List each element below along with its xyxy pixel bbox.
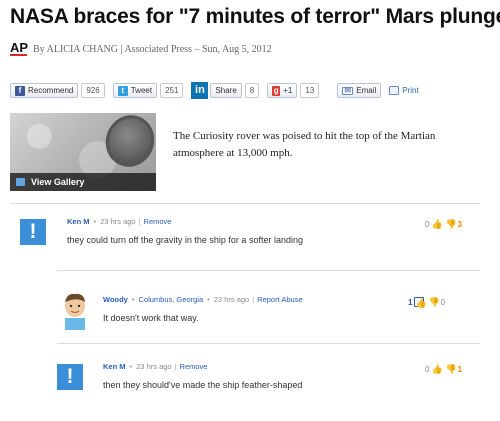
gplus-count: 13: [300, 83, 320, 98]
envelope-icon: ✉: [342, 86, 354, 95]
thumbs-up-icon[interactable]: 👍: [431, 364, 442, 374]
linkedin-share-button[interactable]: Share: [210, 83, 242, 98]
comment-time: 23 hrs ago: [213, 295, 250, 304]
downvote-count: 0: [440, 297, 445, 307]
avatar-placeholder[interactable]: !: [57, 364, 83, 390]
comment-author[interactable]: Woody: [103, 295, 128, 304]
avatar[interactable]: [57, 290, 93, 330]
ap-logo: AP: [10, 40, 29, 56]
downvote-count: 3: [457, 219, 462, 229]
byline: AP By ALICIA CHANG | Associated Press – …: [10, 40, 272, 56]
gallery-thumbnail[interactable]: View Gallery: [10, 113, 156, 191]
comment-time: 23 hrs ago: [136, 362, 172, 371]
printer-icon: [389, 86, 400, 95]
twitter-bird-icon: t: [117, 85, 128, 96]
comment-votes: 0 👍 👎 1: [425, 364, 462, 374]
thumbs-down-icon[interactable]: 👎: [445, 219, 456, 229]
linkedin-icon[interactable]: in: [191, 82, 209, 99]
divider: [57, 343, 480, 344]
tweet-count: 251: [160, 83, 184, 98]
thumbs-down-icon[interactable]: 👎: [428, 297, 439, 307]
upvote-count: 0: [425, 219, 430, 229]
print-button[interactable]: Print: [389, 86, 419, 95]
print-label: Print: [402, 86, 419, 95]
recommend-button[interactable]: f Recommend: [10, 83, 79, 98]
comment-text: they could turn off the gravity in the s…: [67, 235, 303, 245]
comment-text: It doesn't work that way.: [103, 313, 199, 323]
comment-author[interactable]: Ken M: [103, 362, 126, 371]
recommend-label: Recommend: [28, 86, 74, 95]
comment-time: 23 hrs ago: [100, 217, 136, 226]
gplus-label: +1: [283, 86, 293, 95]
tweet-label: Tweet: [130, 86, 153, 95]
comment-header: Ken M • 23 hrs ago | Remove: [103, 362, 208, 371]
comment-votes: 0 👍 👎 3: [425, 219, 462, 229]
byline-text: By ALICIA CHANG | Associated Press – Sun…: [33, 43, 272, 55]
thumbs-up-icon[interactable]: 👍: [431, 219, 442, 229]
comment-author[interactable]: Ken M: [67, 217, 90, 226]
share-bar: f Recommend 926 t Tweet 251 in Share 8 g…: [10, 82, 419, 99]
upvote-count: 0: [425, 364, 430, 374]
thumbs-down-icon[interactable]: 👎: [445, 364, 456, 374]
recommend-count: 926: [81, 83, 105, 98]
downvote-count: 1: [457, 364, 462, 374]
comment-location: Columbus, Georgia: [138, 295, 204, 304]
remove-link[interactable]: Remove: [180, 362, 208, 371]
comment-text: then they should've made the ship feathe…: [103, 380, 303, 390]
thumbs-up-icon[interactable]: 👍: [414, 297, 427, 308]
remove-link[interactable]: Remove: [144, 217, 172, 226]
gallery-icon: [16, 178, 25, 186]
facebook-icon: f: [15, 85, 25, 96]
upvote-count: 1: [408, 297, 413, 307]
tweet-button[interactable]: t Tweet: [112, 83, 158, 98]
report-abuse-link[interactable]: Report Abuse: [257, 295, 302, 304]
gplus-button[interactable]: g +1: [267, 83, 298, 98]
linkedin-share-label: Share: [215, 86, 237, 95]
email-label: Email: [356, 86, 377, 95]
comment-header: Woody • Columbus, Georgia • 23 hrs ago |…: [103, 295, 303, 304]
divider: [57, 270, 480, 271]
article-headline: NASA braces for "7 minutes of terror" Ma…: [10, 5, 500, 28]
comment-header: Ken M • 23 hrs ago | Remove: [67, 217, 172, 226]
view-gallery-label: View Gallery: [31, 177, 85, 187]
avatar-placeholder[interactable]: !: [20, 219, 46, 245]
divider: [10, 203, 480, 204]
google-plus-icon: g: [272, 85, 281, 96]
view-gallery-button[interactable]: View Gallery: [10, 173, 156, 191]
article-summary: The Curiosity rover was poised to hit th…: [173, 130, 436, 159]
linkedin-count: 8: [244, 83, 260, 98]
comment-votes: 1 👍 👎 0: [408, 297, 445, 308]
email-button[interactable]: ✉ Email: [337, 83, 382, 98]
